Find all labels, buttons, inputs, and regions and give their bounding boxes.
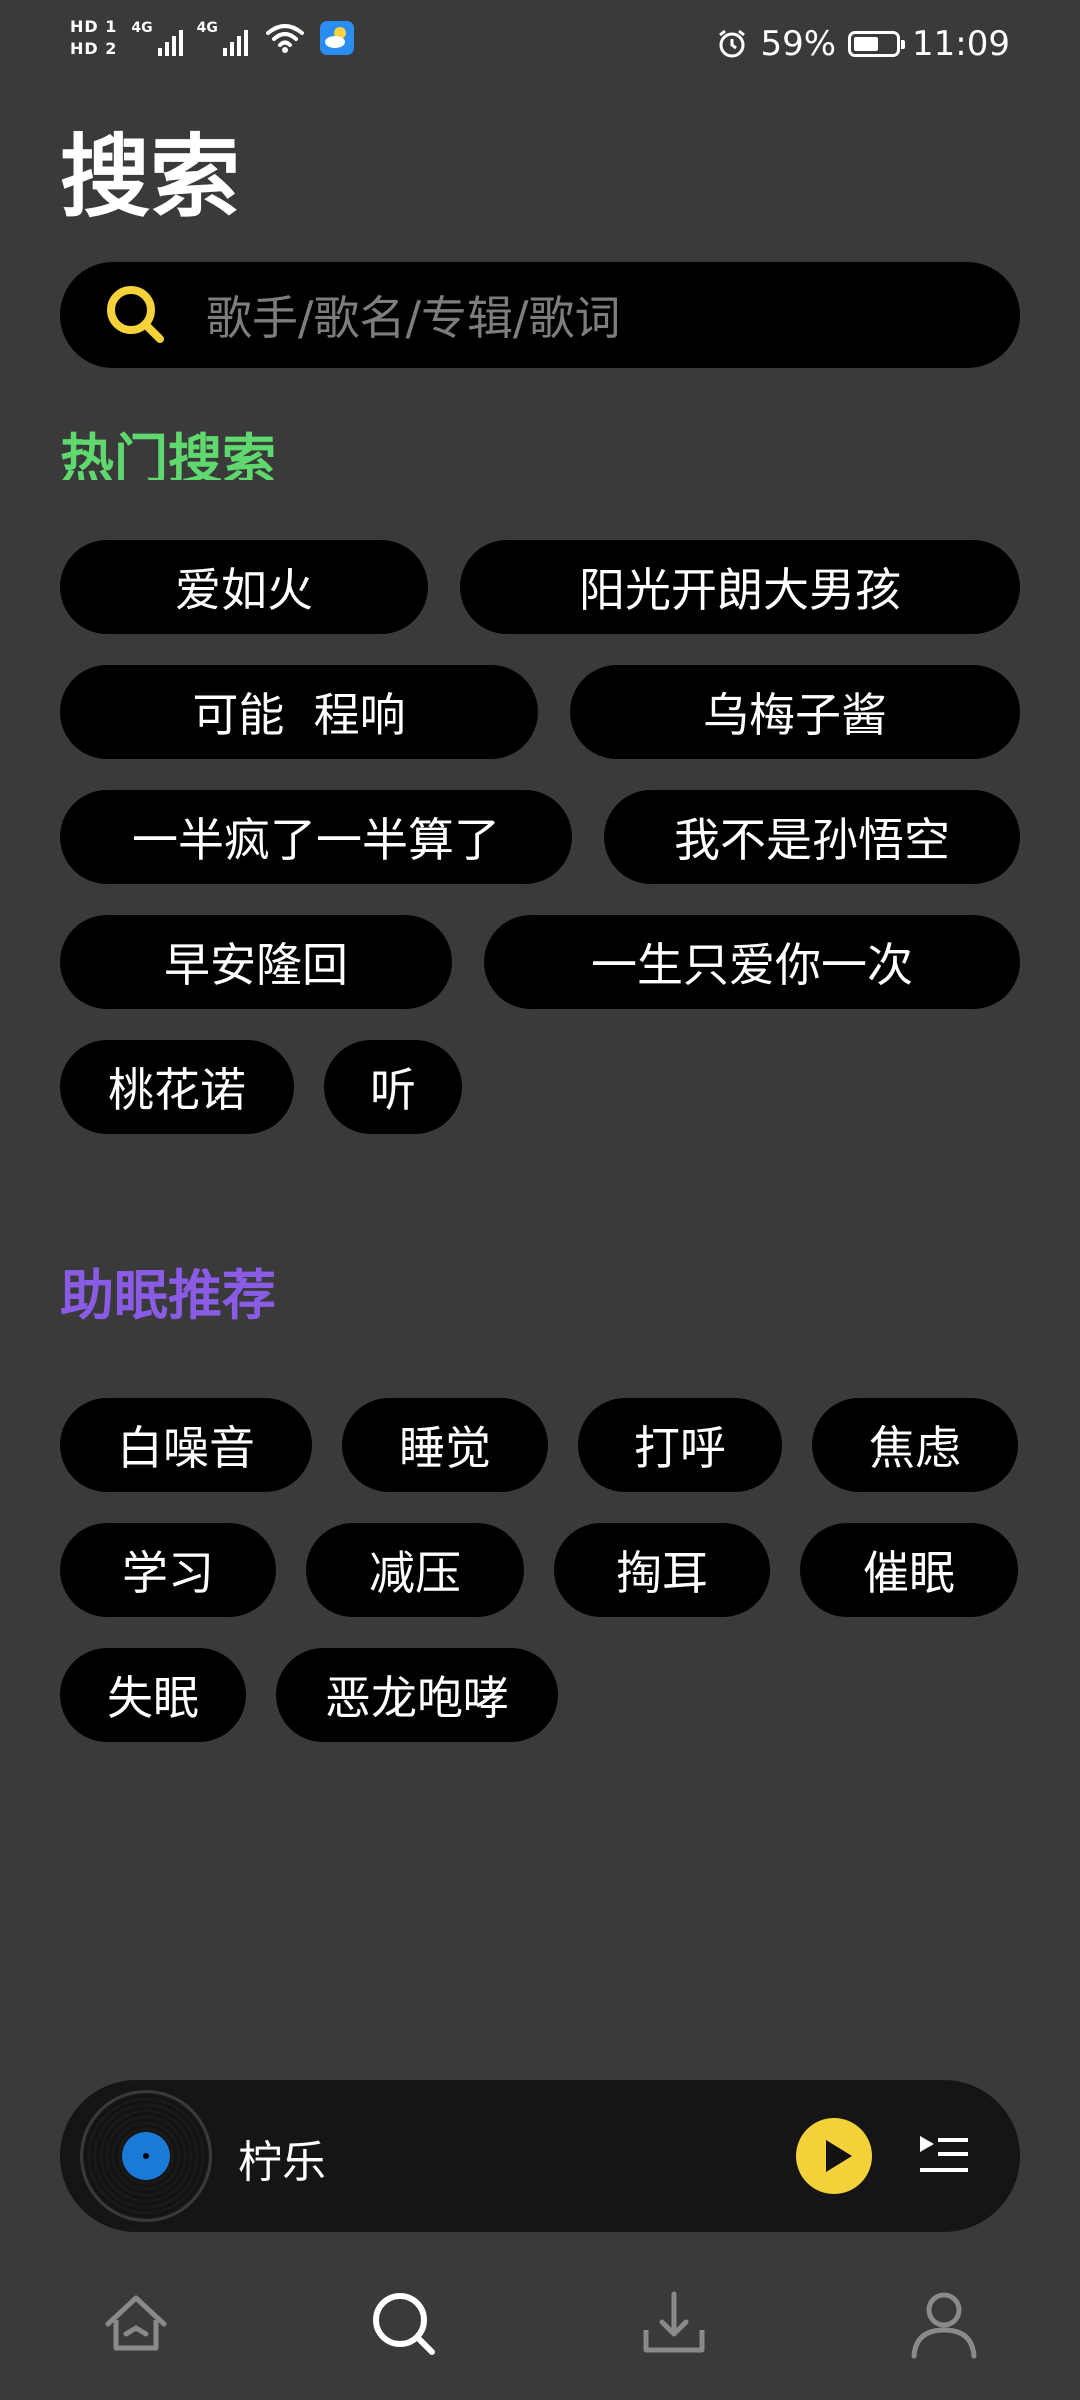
search-placeholder: 歌手/歌名/专辑/歌词	[206, 291, 621, 345]
battery-icon	[848, 31, 906, 57]
hot-search-tag[interactable]: 阳光开朗大男孩	[460, 540, 1020, 634]
profile-icon[interactable]	[904, 2284, 984, 2364]
hot-search-tag[interactable]: 我不是孙悟空	[604, 790, 1020, 884]
sim1-label: HD 1	[70, 17, 118, 36]
sim-indicators: HD 1 HD 2	[70, 18, 117, 58]
hot-search-tag[interactable]: 桃花诺	[60, 1040, 294, 1134]
hot-search-tag[interactable]: 一生只爱你一次	[484, 915, 1020, 1009]
hot-search-tag[interactable]: 一半疯了一半算了	[60, 790, 572, 884]
search-input[interactable]: 歌手/歌名/专辑/歌词	[60, 262, 1020, 368]
sleep-tag[interactable]: 恶龙咆哮	[276, 1648, 558, 1742]
signal-icon-2: 4G	[197, 20, 248, 56]
sleep-tag[interactable]: 学习	[60, 1523, 276, 1617]
page-title: 搜索	[60, 125, 240, 230]
hot-search-tag[interactable]: 爱如火	[60, 540, 428, 634]
status-right: 59% 11:09	[716, 24, 1010, 64]
hot-search-tag[interactable]: 早安隆回	[60, 915, 452, 1009]
hot-search-tag[interactable]: 乌梅子酱	[570, 665, 1020, 759]
home-icon[interactable]	[96, 2284, 176, 2364]
hot-search-tag[interactable]: 可能 程响	[60, 665, 538, 759]
sleep-tag[interactable]: 减压	[306, 1523, 524, 1617]
sleep-tag[interactable]: 睡觉	[342, 1398, 548, 1492]
status-left: HD 1 HD 2 4G 4G	[70, 18, 354, 58]
hot-search-tag[interactable]: 听	[324, 1040, 462, 1134]
weather-app-icon	[319, 21, 354, 55]
sleep-tag[interactable]: 催眠	[800, 1523, 1018, 1617]
signal-icon: 4G	[131, 20, 183, 56]
network2-label: 4G	[196, 20, 218, 36]
sleep-tag[interactable]: 白噪音	[60, 1398, 312, 1492]
album-disc-icon	[80, 2090, 212, 2222]
sleep-tag[interactable]: 焦虑	[812, 1398, 1018, 1492]
sleep-tag[interactable]: 打呼	[578, 1398, 782, 1492]
wifi-icon	[265, 24, 304, 53]
play-button[interactable]	[796, 2118, 872, 2194]
alarm-icon	[719, 29, 746, 58]
mini-player[interactable]: 柠乐	[60, 2080, 1020, 2232]
sim2-label: HD 2	[70, 39, 118, 58]
search-icon	[107, 286, 164, 343]
download-icon[interactable]	[634, 2284, 714, 2364]
battery-percent: 59%	[760, 24, 837, 64]
hot-search-title: 热门搜索	[60, 430, 276, 480]
network1-label: 4G	[131, 20, 153, 36]
track-title: 柠乐	[238, 2137, 326, 2188]
search-icon[interactable]	[364, 2284, 444, 2364]
playlist-icon[interactable]	[916, 2128, 972, 2184]
status-bar: HD 1 HD 2 4G 4G 59% 11:09	[0, 0, 1080, 96]
play-icon	[826, 2140, 852, 2172]
bottom-nav	[0, 2270, 1080, 2400]
sleep-tag[interactable]: 掏耳	[554, 1523, 770, 1617]
sleep-tag[interactable]: 失眠	[60, 1648, 246, 1742]
sleep-recommend-title: 助眠推荐	[60, 1264, 276, 1327]
clock: 11:09	[912, 24, 1010, 64]
